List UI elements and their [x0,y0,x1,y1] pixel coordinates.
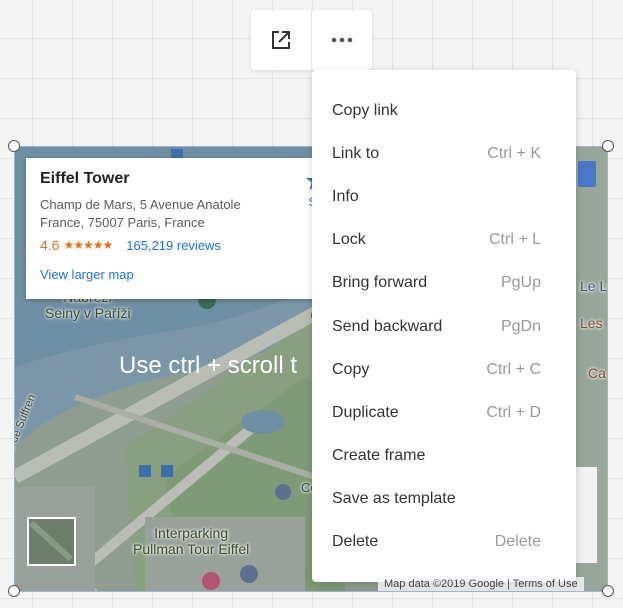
resize-handle-top-right[interactable] [602,140,614,152]
menu-item-duplicate[interactable]: Duplicate Ctrl + D [312,391,576,434]
menu-item-shortcut: Ctrl + K [487,144,541,162]
open-external-icon [272,31,290,49]
object-toolbar [251,10,372,70]
menu-item-label: Copy [332,360,370,378]
reviews-link[interactable]: 165,219 reviews [126,238,221,253]
place-title: Eiffel Tower [40,170,130,187]
menu-item-lock[interactable]: Lock Ctrl + L [312,219,576,262]
menu-item-shortcut: PgDn [500,317,541,335]
menu-item-shortcut: Ctrl + L [488,231,541,249]
menu-item-shortcut: PgUp [500,274,541,292]
rating-row: 4.6 ★★★★★ 165,219 reviews [40,237,308,253]
menu-item-label: Send backward [332,317,443,335]
map-attribution[interactable]: Map data ©2019 Google | Terms of Use [378,577,584,591]
resize-handle-bottom-left[interactable] [8,585,20,597]
context-menu: Copy link Link to Ctrl + K Info Lock Ctr… [312,70,576,582]
menu-item-info[interactable]: Info [312,175,576,218]
menu-item-copy-link[interactable]: Copy link [312,89,576,132]
more-options-button[interactable] [312,10,372,70]
menu-item-copy[interactable]: Copy Ctrl + C [312,348,576,391]
menu-item-label: Create frame [332,447,426,465]
menu-item-label: Info [332,187,359,205]
scroll-hint-text: Use ctrl + scroll t [119,352,298,379]
menu-item-link-to[interactable]: Link to Ctrl + K [312,132,576,175]
menu-item-shortcut: Ctrl + D [486,403,541,421]
menu-item-delete[interactable]: Delete Delete [312,521,576,564]
menu-item-create-frame[interactable]: Create frame [312,435,576,478]
menu-item-label: Delete [332,533,379,551]
map-label-right-ca: Ca [588,365,606,381]
rating-value: 4.6 [40,237,60,253]
menu-item-send-backward[interactable]: Send backward PgDn [312,305,576,348]
menu-item-save-as-template[interactable]: Save as template [312,478,576,521]
menu-item-label: Save as template [332,490,456,508]
map-label-right-la: Le La [580,278,608,294]
resize-handle-bottom-right[interactable] [602,585,614,597]
open-external-button[interactable] [251,10,311,70]
menu-item-shortcut: Ctrl + C [486,360,541,378]
map-label-parking: Interparking Pullman Tour Eiffel [133,525,250,557]
place-info-card: Eiffel Tower Champ de Mars, 5 Avenue Ana… [26,158,326,299]
view-larger-map-link[interactable]: View larger map [40,267,134,282]
menu-item-label: Lock [332,231,366,249]
menu-item-label: Copy link [332,101,398,119]
menu-item-label: Bring forward [332,274,428,292]
place-address: Champ de Mars, 5 Avenue Anatole France, … [40,197,241,230]
more-horizontal-icon [331,37,353,43]
resize-handle-top-left[interactable] [8,140,20,152]
menu-item-bring-forward[interactable]: Bring forward PgUp [312,262,576,305]
map-label-right-les: Les [580,315,603,331]
menu-item-label: Link to [332,144,380,162]
menu-item-label: Duplicate [332,403,399,421]
star-rating-icon: ★★★★★ [63,238,113,252]
menu-item-shortcut: Delete [494,533,541,551]
